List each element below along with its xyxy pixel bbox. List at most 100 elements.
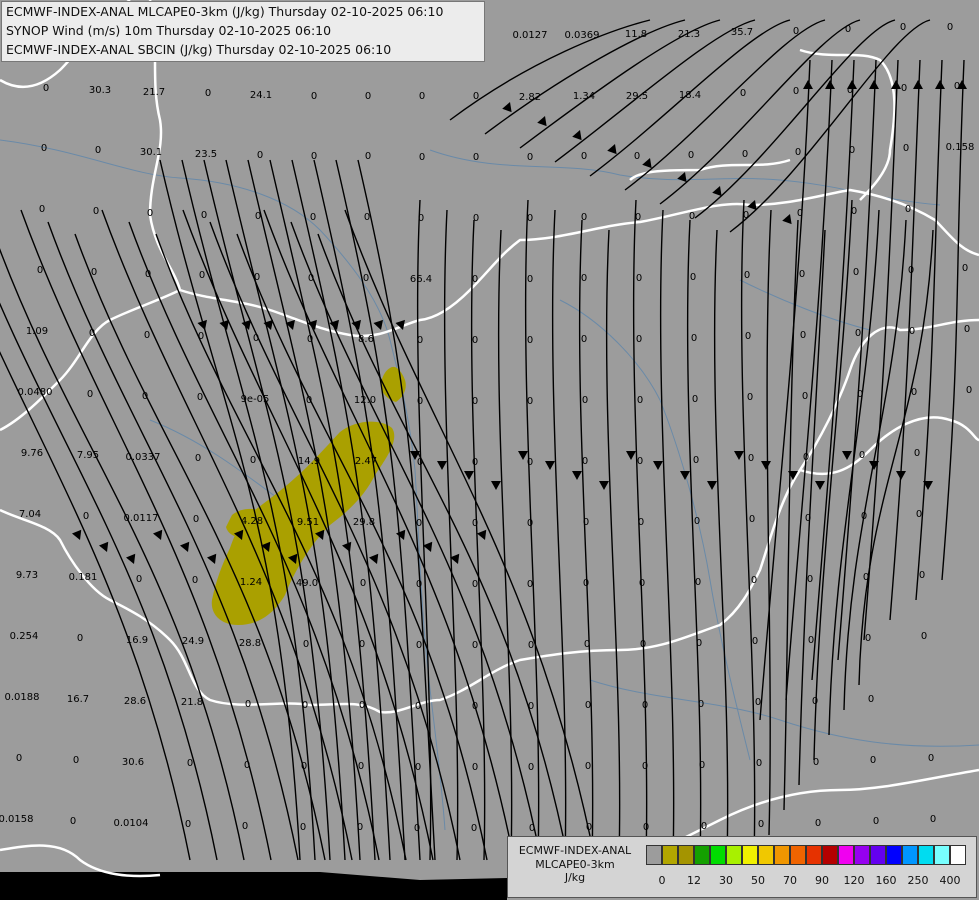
station-value: 0	[930, 814, 936, 825]
station-value: 0	[471, 823, 477, 834]
station-value: 0	[689, 211, 695, 222]
station-value: 0.0369	[565, 30, 600, 41]
station-value: 0	[359, 700, 365, 711]
station-value: 0	[742, 149, 748, 160]
station-value: 0	[694, 516, 700, 527]
station-value: 0	[581, 334, 587, 345]
station-value: 0	[690, 272, 696, 283]
station-value: 0	[853, 267, 859, 278]
legend-tick-label: 30	[719, 874, 733, 887]
station-value: 0	[740, 88, 746, 99]
station-value: 0	[528, 762, 534, 773]
station-value: 0	[758, 819, 764, 830]
station-value: 0.0480	[18, 387, 53, 398]
station-value: 0	[857, 389, 863, 400]
station-value: 0	[859, 450, 865, 461]
station-value: 7.04	[19, 509, 41, 520]
station-value: 35.7	[731, 27, 753, 38]
legend-swatch	[870, 845, 886, 865]
station-value: 0	[695, 577, 701, 588]
station-value: 0	[77, 633, 83, 644]
station-value: 0	[73, 755, 79, 766]
station-value: 0	[365, 151, 371, 162]
station-value: 0	[473, 152, 479, 163]
legend-title-source: ECMWF-INDEX-ANAL	[518, 844, 632, 857]
station-value: 0	[473, 91, 479, 102]
station-value: 0	[527, 579, 533, 590]
station-value: 0	[634, 151, 640, 162]
station-value: 0	[748, 453, 754, 464]
station-value: 0	[303, 639, 309, 650]
legend-swatch	[934, 845, 950, 865]
station-value: 16.7	[67, 694, 89, 705]
station-value: 0	[916, 509, 922, 520]
station-value: 0.254	[10, 631, 39, 642]
legend-swatch	[662, 845, 678, 865]
station-value: 0	[635, 212, 641, 223]
station-value: 30.3	[89, 85, 111, 96]
station-value: 0	[802, 391, 808, 402]
station-value: 0	[358, 761, 364, 772]
station-value: 0	[642, 700, 648, 711]
station-value: 0	[360, 578, 366, 589]
station-value: 0	[37, 265, 43, 276]
station-value: 9.51	[297, 517, 319, 528]
legend-swatch	[790, 845, 806, 865]
station-value: 0	[581, 151, 587, 162]
legend-tick-label: 400	[939, 874, 961, 887]
station-value: 9e-05	[241, 394, 270, 405]
station-value: 0	[307, 334, 313, 345]
station-value: 0	[807, 574, 813, 585]
legend-tick-label: 120	[843, 874, 865, 887]
legend-swatch	[902, 845, 918, 865]
legend-swatch	[678, 845, 694, 865]
station-value: 0	[255, 211, 261, 222]
station-value: 0	[87, 389, 93, 400]
station-value: 0	[205, 88, 211, 99]
station-value: 0	[527, 518, 533, 529]
station-value: 0	[245, 699, 251, 710]
station-value: 0	[911, 387, 917, 398]
station-value: 0	[414, 823, 420, 834]
station-value: 0	[250, 455, 256, 466]
station-value: 0	[197, 392, 203, 403]
station-value: 0	[145, 269, 151, 280]
station-value: 0	[195, 453, 201, 464]
station-value: 49.0	[296, 578, 318, 589]
station-value: 0	[905, 204, 911, 215]
station-value: 30.1	[140, 147, 162, 158]
legend-title-field: MLCAPE0-3km	[535, 857, 615, 871]
station-value: 0	[584, 639, 590, 650]
station-value: 0	[310, 212, 316, 223]
header-line-cin: ECMWF-INDEX-ANAL SBCIN (J/kg) Thursday 0…	[6, 42, 392, 57]
station-value: 0	[749, 514, 755, 525]
station-value: 0	[747, 392, 753, 403]
station-value: 0	[692, 394, 698, 405]
station-value: 0	[311, 91, 317, 102]
station-value: 0	[415, 762, 421, 773]
station-value: 0	[244, 760, 250, 771]
station-value: 0	[527, 213, 533, 224]
station-value: 0	[302, 700, 308, 711]
station-value: 0	[797, 208, 803, 219]
station-value: 0	[914, 448, 920, 459]
station-value: 0	[365, 91, 371, 102]
station-value: 0	[921, 631, 927, 642]
station-value: 0	[357, 822, 363, 833]
station-value: 0	[954, 81, 960, 92]
station-value: 0	[919, 570, 925, 581]
legend-swatch	[694, 845, 710, 865]
station-value: 0	[863, 572, 869, 583]
station-value: 0.0188	[5, 692, 40, 703]
station-value: 0	[699, 760, 705, 771]
legend-swatch	[838, 845, 854, 865]
station-value: 0	[41, 143, 47, 154]
station-value: 0	[901, 83, 907, 94]
station-value: 7.95	[77, 450, 99, 461]
station-value: 0	[136, 574, 142, 585]
station-value: 21.8	[181, 697, 203, 708]
station-value: 0	[417, 396, 423, 407]
station-value: 0	[39, 204, 45, 215]
station-value: 0	[909, 326, 915, 337]
station-value: 0.0117	[124, 513, 159, 524]
